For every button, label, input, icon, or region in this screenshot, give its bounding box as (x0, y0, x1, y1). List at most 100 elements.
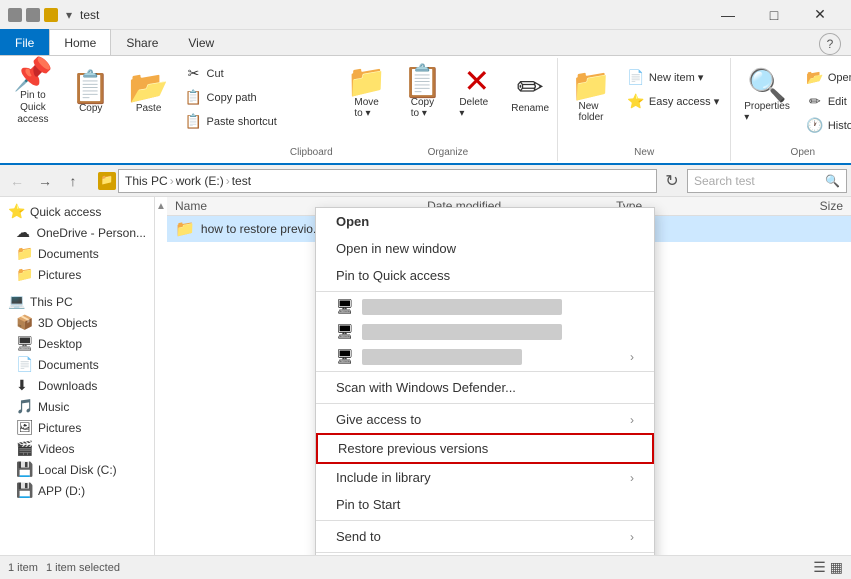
sidebar-item-music[interactable]: 🎵 Music (0, 396, 154, 417)
ctx-pin-start-label: Pin to Start (336, 497, 400, 512)
ctx-sep2 (316, 371, 654, 372)
ctx-blurred-bar3 (362, 349, 522, 365)
copy-button[interactable]: 📋 Copy (62, 58, 120, 126)
easy-access-label: Easy access ▾ (649, 95, 719, 108)
forward-button[interactable]: → (32, 168, 58, 194)
paste-label: Paste (136, 103, 162, 114)
ctx-send-to[interactable]: Send to › (316, 523, 654, 550)
ribbon-tabs: File Home Share View ? (0, 30, 851, 56)
ribbon: 📌 Pin to Quickaccess 📋 Copy 📂 Paste ✂ Cu… (0, 56, 851, 165)
ctx-blurred-icon2: 🖥 (336, 323, 354, 340)
open-button[interactable]: 📂 Open ▾ (799, 66, 851, 89)
sidebar-item-thispc[interactable]: 💻 This PC (0, 291, 154, 312)
organize-label: Organize (339, 145, 557, 161)
sidebar-item-app[interactable]: 💾 APP (D:) (0, 480, 154, 501)
sidebar-item-3dobjects[interactable]: 📦 3D Objects (0, 312, 154, 333)
sidebar-item-quickaccess[interactable]: ⭐ Quick access (0, 201, 154, 222)
pin-icon: 📌 (13, 58, 53, 90)
title-bar: ▾ test — □ ✕ (0, 0, 851, 30)
ctx-open[interactable]: Open (316, 208, 654, 235)
ctx-blurred-icon1: 🖥 (336, 298, 354, 315)
move-to-button[interactable]: 📁 Moveto ▾ (339, 58, 395, 126)
3dobjects-label: 3D Objects (38, 316, 97, 330)
sidebar-item-localdisk[interactable]: 💾 Local Disk (C:) (0, 459, 154, 480)
back-button[interactable]: ← (4, 168, 30, 194)
paste-icon: 📂 (129, 71, 169, 103)
tab-file[interactable]: File (0, 29, 49, 55)
new-folder-button[interactable]: 📁 Newfolder (562, 62, 620, 130)
title-bar-controls[interactable]: — □ ✕ (705, 0, 843, 30)
refresh-button[interactable]: ↻ (659, 168, 685, 194)
sidebar-item-documents1[interactable]: 📁 Documents (0, 243, 154, 264)
help-button[interactable]: ? (819, 33, 841, 55)
undo-icon (26, 8, 40, 22)
tab-share[interactable]: Share (111, 29, 173, 55)
paste-shortcut-button[interactable]: 📋 Paste shortcut (178, 110, 284, 133)
organize-group: 📁 Moveto ▾ 📋 Copyto ▾ ✕ Delete ▾ ✏ Renam… (339, 58, 558, 161)
documents-icon1: 📁 (16, 245, 32, 262)
ctx-give-access[interactable]: Give access to › (316, 406, 654, 433)
delete-button[interactable]: ✕ Delete ▾ (450, 58, 503, 126)
address-bar[interactable]: This PC › work (E:) › test (118, 169, 657, 193)
ctx-sep1 (316, 291, 654, 292)
sidebar-item-videos[interactable]: 🎬 Videos (0, 438, 154, 459)
delete-label: Delete ▾ (459, 97, 494, 119)
properties-label: Properties ▾ (744, 101, 790, 123)
toolbar: ← → ↑ 📁 This PC › work (E:) › test ↻ Sea… (0, 165, 851, 197)
ctx-restore-versions[interactable]: Restore previous versions (316, 433, 654, 464)
sidebar-item-documents2[interactable]: 📄 Documents (0, 354, 154, 375)
copy-path-label: Copy path (207, 92, 257, 104)
sidebar-item-downloads[interactable]: ⬇ Downloads (0, 375, 154, 396)
search-bar[interactable]: Search test 🔍 (687, 169, 847, 193)
pin-quick-access-button[interactable]: 📌 Pin to Quickaccess (4, 58, 62, 126)
localdisk-icon: 💾 (16, 461, 32, 478)
ctx-include-library[interactable]: Include in library › (316, 464, 654, 491)
list-view-icon[interactable]: ☰ (813, 559, 826, 576)
ctx-scan[interactable]: Scan with Windows Defender... (316, 374, 654, 401)
breadcrumb-thispc: This PC (125, 174, 168, 188)
col-size-header[interactable]: Size (742, 199, 843, 213)
copy-path-icon: 📋 (185, 89, 203, 106)
sidebar-item-pictures1[interactable]: 📁 Pictures (0, 264, 154, 285)
open-group: 🔍 Properties ▾ 📂 Open ▾ ✏ Edit 🕐 History… (731, 58, 851, 161)
rename-button[interactable]: ✏ Rename (503, 58, 557, 126)
easy-access-button[interactable]: ⭐ Easy access ▾ (620, 90, 726, 113)
quickaccess-label: Quick access (30, 205, 101, 219)
delete-icon: ✕ (463, 65, 490, 97)
ctx-pin-start[interactable]: Pin to Start (316, 491, 654, 518)
sidebar-item-pictures2[interactable]: 🖼 Pictures (0, 417, 154, 438)
maximize-button[interactable]: □ (751, 0, 797, 30)
ctx-pin-quick[interactable]: Pin to Quick access (316, 262, 654, 289)
pictures-label1: Pictures (38, 268, 81, 282)
new-group: 📁 Newfolder 📄 New item ▾ ⭐ Easy access ▾… (558, 58, 731, 161)
cut-button[interactable]: ✂ Cut (178, 62, 284, 85)
copy-label: Copy (79, 103, 102, 114)
sidebar-item-desktop[interactable]: 🖥 Desktop (0, 333, 154, 354)
copy-to-button[interactable]: 📋 Copyto ▾ (395, 58, 451, 126)
thispc-label: This PC (30, 295, 73, 309)
cloud-icon: ☁ (16, 224, 31, 241)
sidebar-item-onedrive[interactable]: ☁ OneDrive - Person... (0, 222, 154, 243)
view-controls[interactable]: ☰ ▦ (813, 559, 843, 576)
cut-label: Cut (207, 68, 224, 80)
clipboard-label: Clipboard (284, 145, 339, 161)
ctx-open-new-window[interactable]: Open in new window (316, 235, 654, 262)
move-label: Moveto ▾ (354, 97, 378, 119)
new-item-button[interactable]: 📄 New item ▾ (620, 66, 726, 89)
detail-view-icon[interactable]: ▦ (830, 559, 843, 576)
downloads-label: Downloads (38, 379, 97, 393)
edit-button[interactable]: ✏ Edit (799, 90, 851, 113)
collapse-handle[interactable]: ▲ (155, 197, 167, 555)
copy-to-label: Copyto ▾ (411, 97, 434, 119)
tab-home[interactable]: Home (49, 29, 111, 55)
minimize-button[interactable]: — (705, 0, 751, 30)
copy-path-button[interactable]: 📋 Copy path (178, 86, 284, 109)
file-list: ▲ Name Date modified Type Size 📁 how to … (155, 197, 851, 555)
ctx-restore-label: Restore previous versions (338, 441, 488, 456)
properties-button[interactable]: 🔍 Properties ▾ (735, 62, 799, 130)
tab-view[interactable]: View (173, 29, 229, 55)
paste-button[interactable]: 📂 Paste (120, 58, 178, 126)
history-button[interactable]: 🕐 History (799, 114, 851, 137)
up-button[interactable]: ↑ (60, 168, 86, 194)
close-button[interactable]: ✕ (797, 0, 843, 30)
